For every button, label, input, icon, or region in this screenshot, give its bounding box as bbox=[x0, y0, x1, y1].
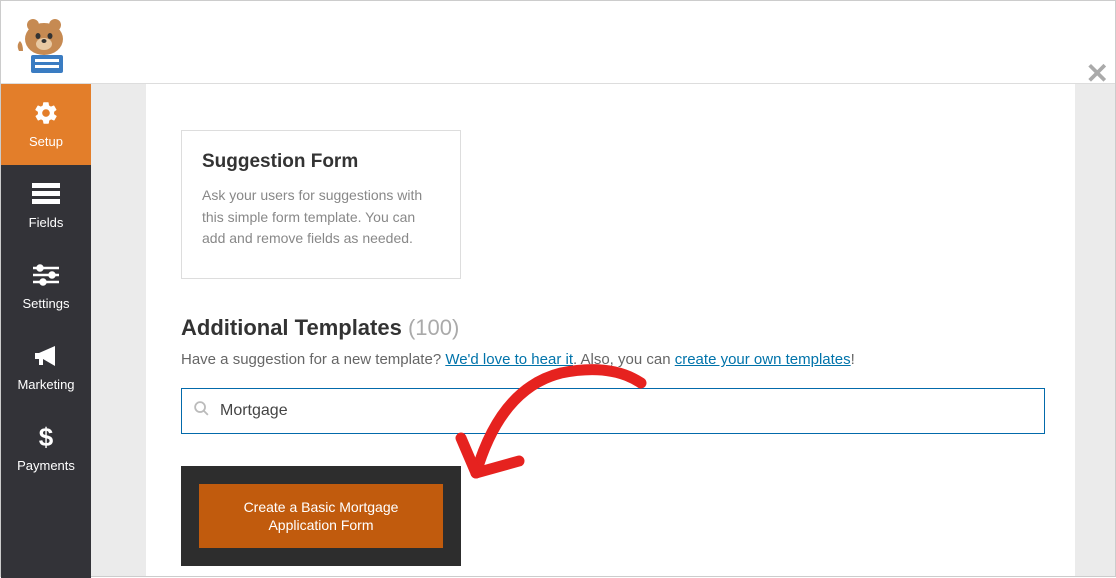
sidebar: Setup Fields Settings Marketing $ Paymen… bbox=[1, 84, 91, 578]
list-icon bbox=[32, 181, 60, 207]
template-count: (100) bbox=[408, 315, 459, 340]
suggestion-link[interactable]: We'd love to hear it bbox=[445, 351, 573, 368]
template-card-suggestion[interactable]: Suggestion Form Ask your users for sugge… bbox=[181, 130, 461, 279]
sidebar-label: Payments bbox=[17, 458, 75, 473]
dollar-icon: $ bbox=[38, 424, 54, 450]
sub-suffix: ! bbox=[851, 351, 855, 368]
sidebar-item-marketing[interactable]: Marketing bbox=[1, 327, 91, 408]
megaphone-icon bbox=[33, 343, 59, 369]
additional-templates-heading: Additional Templates (100) bbox=[181, 315, 1045, 341]
sliders-icon bbox=[33, 262, 59, 288]
create-own-link[interactable]: create your own templates bbox=[675, 351, 851, 368]
search-icon bbox=[193, 400, 210, 422]
sidebar-item-fields[interactable]: Fields bbox=[1, 165, 91, 246]
card-title: Suggestion Form bbox=[202, 151, 440, 173]
svg-text:$: $ bbox=[39, 424, 54, 450]
gear-icon bbox=[33, 100, 59, 126]
top-bar: ✕ bbox=[1, 1, 1115, 84]
sub-prefix: Have a suggestion for a new template? bbox=[181, 351, 445, 368]
sidebar-label: Setup bbox=[29, 134, 63, 149]
create-template-button[interactable]: Create a Basic Mortgage Application Form bbox=[199, 484, 443, 548]
sidebar-label: Marketing bbox=[17, 377, 74, 392]
content-area: Setup Suggestion Form Ask your users for… bbox=[91, 84, 1115, 576]
sub-middle: . Also, you can bbox=[573, 351, 675, 368]
sidebar-label: Fields bbox=[29, 215, 64, 230]
logo bbox=[13, 19, 75, 74]
sidebar-item-setup[interactable]: Setup bbox=[1, 84, 91, 165]
template-search-input[interactable] bbox=[181, 388, 1045, 434]
search-wrapper bbox=[181, 388, 1045, 434]
sidebar-item-settings[interactable]: Settings bbox=[1, 246, 91, 327]
main-panel: Suggestion Form Ask your users for sugge… bbox=[146, 84, 1075, 576]
card-description: Ask your users for suggestions with this… bbox=[202, 185, 440, 250]
sidebar-label: Settings bbox=[23, 296, 70, 311]
heading-text: Additional Templates bbox=[181, 315, 402, 340]
additional-templates-subtext: Have a suggestion for a new template? We… bbox=[181, 351, 1045, 368]
search-result-box: Create a Basic Mortgage Application Form bbox=[181, 466, 461, 566]
sidebar-item-payments[interactable]: $ Payments bbox=[1, 408, 91, 489]
